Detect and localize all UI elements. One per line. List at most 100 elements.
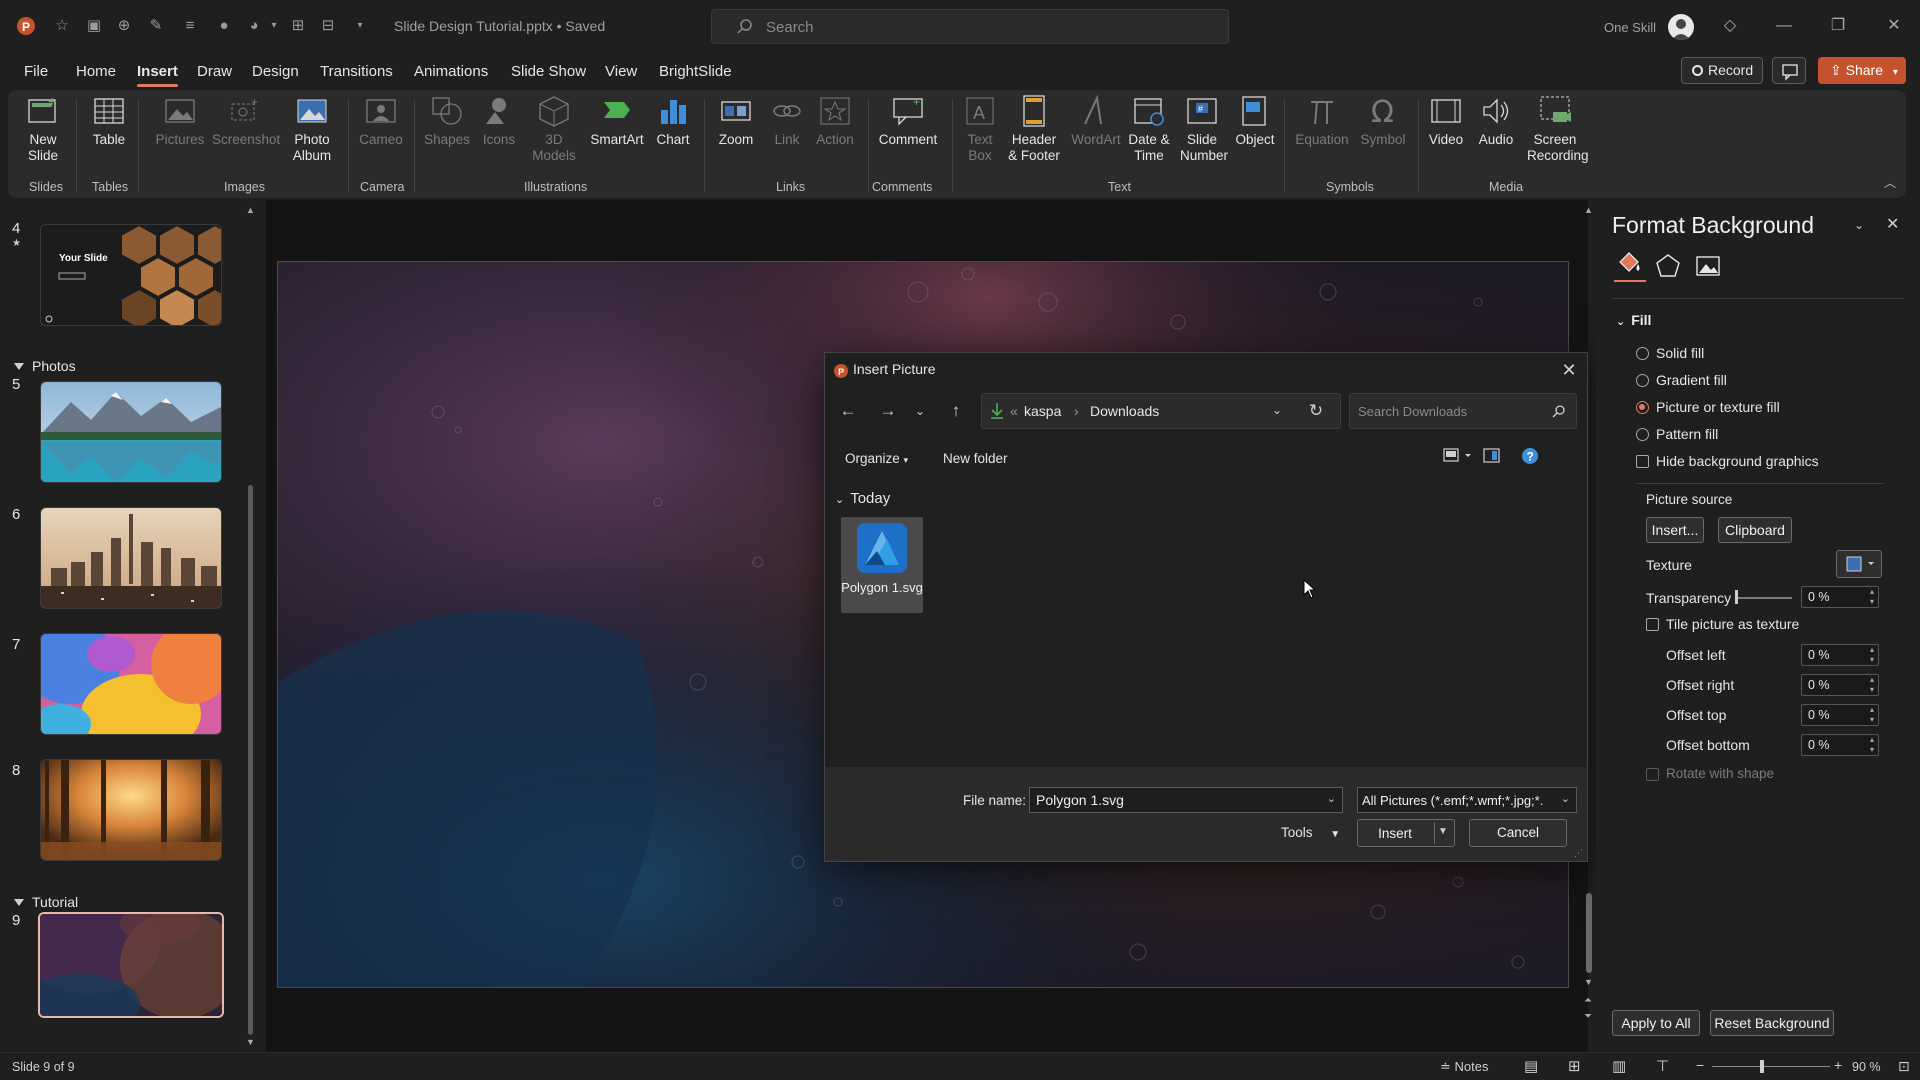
insert-options-chevron-icon[interactable]: ▼	[1438, 826, 1448, 837]
diamond-icon[interactable]: ◇	[1716, 12, 1744, 40]
tab-transitions[interactable]: Transitions	[320, 63, 393, 80]
wordart-button[interactable]: WordArt	[1068, 94, 1124, 148]
chart-button[interactable]: Chart	[648, 94, 698, 148]
slide-thumbnail-8[interactable]	[40, 759, 222, 861]
text-box-button[interactable]: A Text Box	[958, 94, 1002, 164]
avatar[interactable]	[1668, 14, 1694, 40]
preview-pane-icon[interactable]	[1483, 447, 1501, 465]
texture-picker[interactable]	[1836, 550, 1882, 578]
record-circle-icon[interactable]: ●	[214, 16, 234, 36]
symbol-button[interactable]: Ω Symbol	[1354, 94, 1412, 148]
scroll-up-icon[interactable]: ▲	[246, 205, 255, 215]
forward-arrow-icon[interactable]: →	[875, 398, 901, 424]
new-slide-button[interactable]: + New Slide	[16, 94, 70, 164]
resize-grip-icon[interactable]: ⋰	[1574, 848, 1583, 859]
shapes-button[interactable]: Shapes	[420, 94, 474, 148]
slide-thumbnail-5[interactable]	[40, 381, 222, 483]
back-arrow-icon[interactable]: ←	[835, 398, 861, 424]
picture-tab[interactable]	[1694, 252, 1722, 280]
offset-left-spinner[interactable]: 0 % ▴ ▾	[1801, 644, 1879, 666]
slide-scroll-thumb[interactable]	[1586, 893, 1592, 973]
zoom-button[interactable]: Zoom	[710, 94, 762, 148]
up-arrow-icon[interactable]: ↑	[943, 398, 969, 424]
offset-right-spinner[interactable]: 0 % ▴ ▾	[1801, 674, 1879, 696]
file-name-input[interactable]: Polygon 1.svg ⌄	[1029, 787, 1343, 813]
view-options-icon[interactable]	[1443, 447, 1473, 465]
scroll-down-icon[interactable]: ▼	[1584, 977, 1593, 987]
reading-view-icon[interactable]: ▥	[1612, 1057, 1626, 1075]
close-icon[interactable]: ✕	[1880, 12, 1908, 40]
action-button[interactable]: Action	[810, 94, 860, 148]
screen-recording-button[interactable]: Screen Recording	[1522, 94, 1589, 164]
slide-number-button[interactable]: # Slide Number	[1176, 94, 1228, 164]
slide-thumbnail-4[interactable]: Your Slide	[40, 224, 222, 326]
panel-scroll-thumb[interactable]	[248, 485, 253, 1035]
crosshair-icon[interactable]: ⊕	[114, 16, 134, 36]
pattern-fill-radio[interactable]	[1636, 428, 1649, 441]
tab-brightslide[interactable]: BrightSlide	[659, 63, 732, 80]
icons-button[interactable]: Icons	[474, 94, 524, 148]
spinner-arrows-icon[interactable]: ▴ ▾	[1870, 645, 1874, 665]
link-button[interactable]: Link	[764, 94, 810, 148]
screenshot-icon[interactable]: ▣	[84, 16, 104, 36]
tab-animations[interactable]: Animations	[414, 63, 488, 80]
tile-texture-checkbox[interactable]	[1646, 618, 1659, 631]
comment-button[interactable]: + Comment	[872, 94, 944, 148]
slide-sorter-icon[interactable]: ⊞	[1568, 1057, 1581, 1075]
equation-button[interactable]: Equation	[1290, 94, 1354, 148]
new-folder-button[interactable]: New folder	[943, 451, 1008, 466]
picture-texture-fill-label[interactable]: Picture or texture fill	[1656, 399, 1780, 415]
customize-qat-icon[interactable]: ▾	[350, 16, 370, 36]
audio-button[interactable]: Audio	[1472, 94, 1520, 148]
pictures-button[interactable]: Pictures	[150, 94, 210, 148]
solid-fill-radio[interactable]	[1636, 347, 1649, 360]
section-photos[interactable]: Photos	[14, 358, 76, 374]
effects-tab[interactable]	[1654, 252, 1682, 280]
distribute-icon[interactable]: ⊟	[318, 16, 338, 36]
file-type-select[interactable]: All Pictures (*.emf;*.wmf;*.jpg;*. ⌄	[1357, 787, 1577, 813]
hide-background-label[interactable]: Hide background graphics	[1656, 453, 1819, 469]
panel-scrollbar[interactable]: ▲ ▼	[246, 205, 255, 1047]
slide-thumbnail-9[interactable]	[38, 912, 224, 1018]
help-icon[interactable]: ?	[1521, 447, 1539, 465]
next-slide-icon[interactable]: ⏷	[1584, 1011, 1592, 1022]
scroll-up-icon[interactable]: ▲	[1584, 205, 1593, 215]
object-button[interactable]: Object	[1230, 94, 1280, 148]
chevron-down-icon[interactable]: ▾	[264, 16, 284, 36]
tab-view[interactable]: View	[605, 63, 637, 80]
offset-top-spinner[interactable]: 0 % ▴ ▾	[1801, 704, 1879, 726]
reset-background-button[interactable]: Reset Background	[1710, 1010, 1834, 1036]
spinner-arrows-icon[interactable]: ▴ ▾	[1870, 675, 1874, 695]
file-item-polygon-svg[interactable]: Polygon 1.svg	[841, 517, 923, 613]
tab-home[interactable]: Home	[76, 63, 116, 80]
picture-insert-button[interactable]: Insert...	[1646, 517, 1704, 543]
solid-fill-label[interactable]: Solid fill	[1656, 345, 1704, 361]
tools-menu[interactable]: Tools ▼	[1281, 825, 1340, 840]
scroll-down-icon[interactable]: ▼	[246, 1037, 255, 1047]
record-button[interactable]: Record	[1681, 57, 1763, 84]
zoom-in-icon[interactable]: +	[1834, 1057, 1842, 1073]
tab-slide-show[interactable]: Slide Show	[511, 63, 586, 80]
table-button[interactable]: Table	[84, 94, 134, 148]
slide-thumbnail-7[interactable]	[40, 633, 222, 735]
3d-models-button[interactable]: 3D Models	[524, 94, 584, 164]
align-icon[interactable]: ≡	[180, 16, 200, 36]
slide-show-icon[interactable]: ⊤	[1656, 1057, 1669, 1075]
breadcrumb-downloads[interactable]: Downloads	[1090, 403, 1159, 419]
search-box[interactable]: Search	[711, 9, 1229, 44]
address-dropdown-icon[interactable]: ⌄	[1272, 403, 1282, 417]
video-button[interactable]: Video	[1422, 94, 1470, 148]
fit-to-window-icon[interactable]: ⊡	[1898, 1058, 1910, 1075]
notes-button[interactable]: ≐ Notes	[1440, 1059, 1489, 1075]
transparency-slider[interactable]	[1736, 597, 1792, 599]
spinner-arrows-icon[interactable]: ▴ ▾	[1870, 705, 1874, 725]
normal-view-icon[interactable]: ▤	[1524, 1057, 1538, 1075]
pane-close-icon[interactable]: ✕	[1886, 214, 1899, 234]
header-footer-button[interactable]: Header & Footer	[1002, 94, 1066, 164]
layout-icon[interactable]: ⊞	[288, 16, 308, 36]
date-time-button[interactable]: Date & Time	[1124, 94, 1174, 164]
user-name[interactable]: One Skill	[1604, 20, 1656, 35]
gradient-fill-label[interactable]: Gradient fill	[1656, 372, 1727, 388]
tab-draw[interactable]: Draw	[197, 63, 232, 80]
shape-icon[interactable]: ◕	[244, 16, 264, 36]
